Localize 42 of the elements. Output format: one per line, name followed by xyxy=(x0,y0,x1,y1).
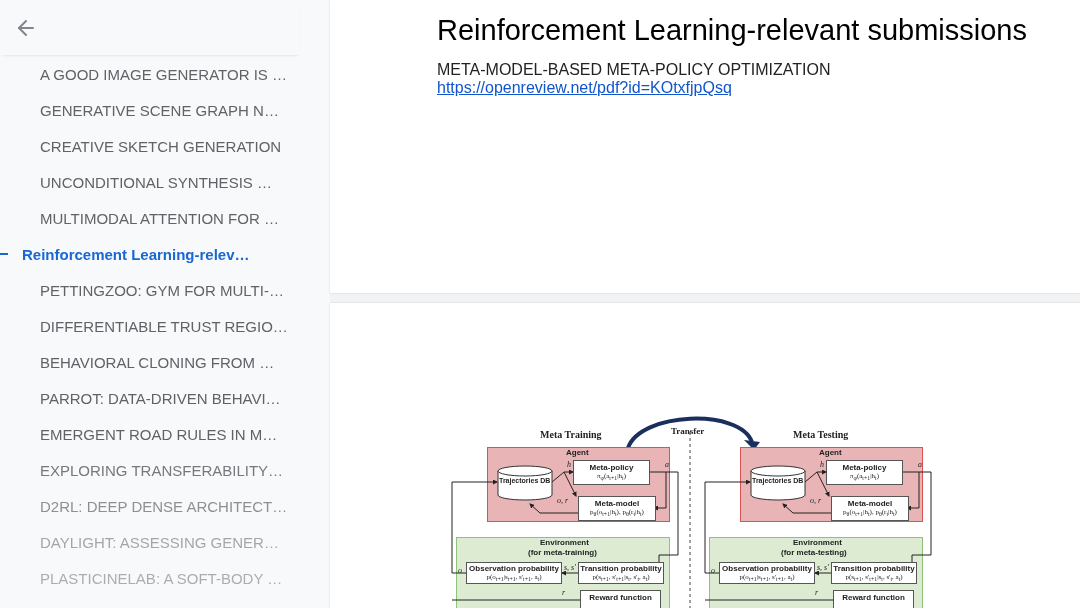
outline-item[interactable]: A GOOD IMAGE GENERATOR IS … xyxy=(40,65,287,83)
outline-item[interactable]: Reinforcement Learning-relev… xyxy=(22,245,250,263)
environment-label: Environment xyxy=(540,538,589,547)
outline-item[interactable]: EMERGENT ROAD RULES IN M… xyxy=(40,425,278,443)
environment-label: Environment xyxy=(793,538,842,547)
paper-link[interactable]: https://openreview.net/pdf?id=KOtxfjpQsq xyxy=(437,79,732,96)
signal-label: o, r xyxy=(557,496,569,505)
outline-item[interactable]: GENERATIVE SCENE GRAPH N… xyxy=(40,101,279,119)
signal-label: a xyxy=(918,460,922,469)
signal-label: a xyxy=(665,460,669,469)
signal-label: o, r xyxy=(810,496,822,505)
outline-item[interactable]: DIFFERENTIABLE TRUST REGIO… xyxy=(40,317,288,335)
outline-item[interactable]: MULTIMODAL ATTENTION FOR … xyxy=(40,209,279,227)
signal-label: h xyxy=(820,460,824,469)
outline-item[interactable]: D2RL: DEEP DENSE ARCHITECT… xyxy=(40,497,288,515)
agent-label: Agent xyxy=(566,448,589,457)
environment-note: (for meta-testing) xyxy=(781,548,847,557)
signal-label: r xyxy=(815,588,819,597)
signal-label: o xyxy=(711,566,715,575)
signal-label: h xyxy=(567,460,571,469)
selected-marker xyxy=(0,253,8,255)
outline-item[interactable]: UNCONDITIONAL SYNTHESIS … xyxy=(40,173,272,191)
document-heading: Reinforcement Learning-relevant submissions xyxy=(437,14,1028,47)
outline-item[interactable]: PETTINGZOO: GYM FOR MULTI-… xyxy=(40,281,284,299)
paper-title: META-MODEL-BASED META-POLICY OPTIMIZATION xyxy=(437,61,832,79)
signal-label: s, s' xyxy=(817,563,829,572)
reward-box: Reward function xyxy=(580,590,661,608)
signal-label: r xyxy=(562,588,566,597)
panel-title: Meta Training xyxy=(540,429,602,440)
reward-box: Reward function xyxy=(833,590,914,608)
outline-item[interactable]: CREATIVE SKETCH GENERATION xyxy=(40,137,282,155)
signal-label: s, s' xyxy=(564,563,576,572)
environment-note: (for meta-training) xyxy=(528,548,597,557)
agent-label: Agent xyxy=(819,448,842,457)
outline-item[interactable]: PARROT: DATA-DRIVEN BEHAVI… xyxy=(40,389,281,407)
database-icon xyxy=(750,465,806,501)
signal-label: o xyxy=(458,566,462,575)
database-icon xyxy=(497,465,553,501)
outline-item[interactable]: EXPLORING TRANSFERABILITY… xyxy=(40,461,284,479)
outline-item[interactable]: BEHAVIORAL CLONING FROM … xyxy=(40,353,275,371)
transfer-label: Transfer xyxy=(671,426,705,436)
panel-title: Meta Testing xyxy=(793,429,849,440)
